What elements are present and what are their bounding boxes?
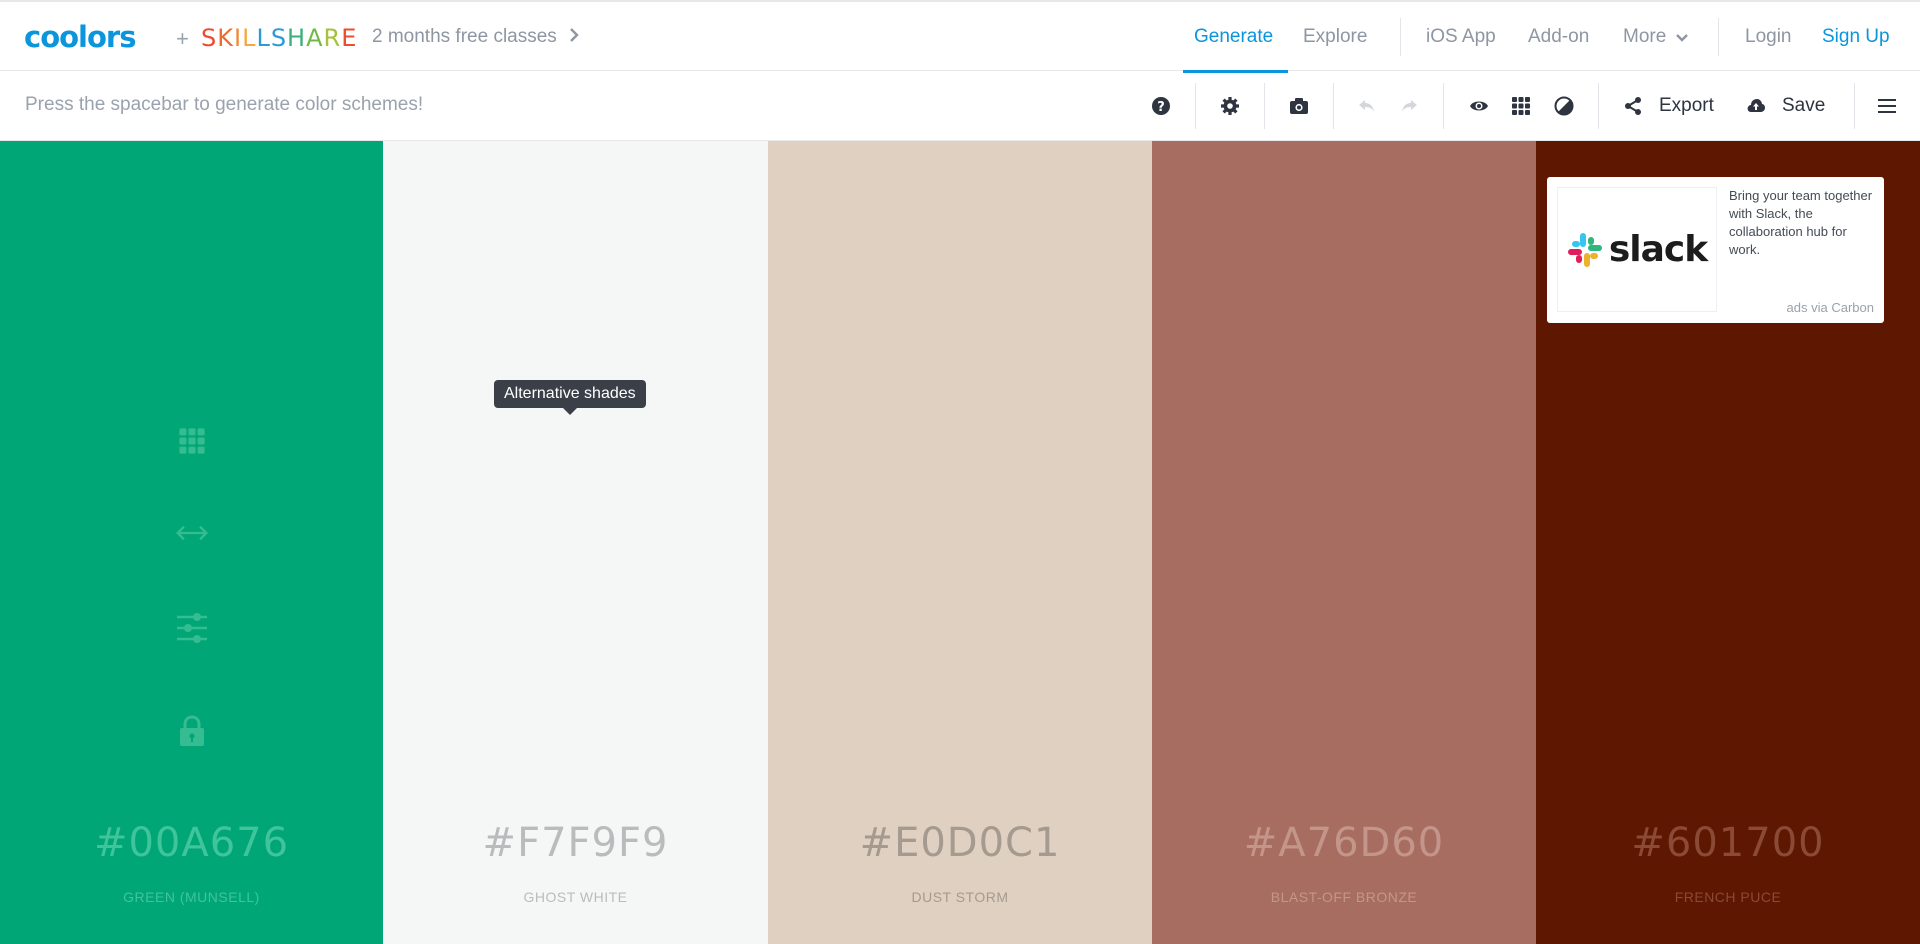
ad-text[interactable]: Bring your team together with Slack, the… bbox=[1729, 187, 1877, 259]
login-link[interactable]: Login bbox=[1745, 26, 1792, 48]
skillshare-letter: I bbox=[233, 24, 243, 52]
nav-more-label: More bbox=[1623, 26, 1667, 47]
help-icon[interactable]: ? bbox=[1150, 95, 1172, 117]
nav-add-on[interactable]: Add-on bbox=[1528, 26, 1589, 48]
divider bbox=[1598, 83, 1599, 129]
hex-code[interactable]: #E0D0C1 bbox=[768, 820, 1152, 866]
color-column[interactable]: #E0D0C1 DUST STORM bbox=[768, 141, 1152, 944]
slack-wordmark: slack bbox=[1608, 229, 1708, 270]
spacebar-hint: Press the spacebar to generate color sch… bbox=[25, 94, 424, 115]
hex-code[interactable]: #F7F9F9 bbox=[383, 820, 768, 866]
divider bbox=[1443, 83, 1444, 129]
color-name: BLAST-OFF BRONZE bbox=[1270, 889, 1418, 905]
export-button[interactable]: Export bbox=[1659, 95, 1714, 117]
adjust-sliders-icon[interactable] bbox=[175, 611, 209, 645]
color-column[interactable]: #00A676 GREEN (MUNSELL) bbox=[0, 141, 383, 944]
slack-logo-icon bbox=[1567, 232, 1602, 267]
hamburger-menu-icon[interactable] bbox=[1876, 95, 1898, 117]
drag-arrows-icon[interactable] bbox=[175, 516, 209, 550]
skillshare-letter: S bbox=[270, 24, 288, 52]
divider bbox=[1195, 83, 1196, 129]
skillshare-letter: R bbox=[323, 24, 342, 52]
lock-icon[interactable] bbox=[175, 714, 209, 748]
ad-attribution[interactable]: ads via Carbon bbox=[1787, 300, 1874, 315]
hex-code[interactable]: #601700 bbox=[1536, 820, 1920, 866]
skillshare-letter: E bbox=[341, 24, 358, 52]
top-navbar: coolors + SKILLSHARE 2 months free class… bbox=[0, 0, 1920, 73]
eye-icon[interactable] bbox=[1468, 95, 1490, 117]
save-button[interactable]: Save bbox=[1782, 95, 1825, 117]
ad-image[interactable]: slack bbox=[1557, 187, 1717, 312]
undo-icon[interactable] bbox=[1356, 95, 1378, 117]
chevron-right-icon bbox=[569, 26, 579, 48]
divider bbox=[1854, 83, 1855, 129]
settings-gear-icon[interactable] bbox=[1219, 95, 1241, 117]
toolbar: Press the spacebar to generate color sch… bbox=[0, 71, 1920, 141]
skillshare-logo[interactable]: SKILLSHARE bbox=[201, 24, 357, 52]
signup-link[interactable]: Sign Up bbox=[1822, 26, 1890, 48]
divider bbox=[1718, 18, 1719, 56]
chevron-down-icon bbox=[1676, 26, 1689, 48]
nav-explore[interactable]: Explore bbox=[1303, 26, 1367, 48]
color-column[interactable]: #F7F9F9 GHOST WHITE bbox=[383, 141, 768, 944]
divider bbox=[1400, 18, 1401, 56]
share-icon[interactable] bbox=[1622, 95, 1644, 117]
color-name: GREEN (MUNSELL) bbox=[123, 889, 260, 905]
skillshare-letter: S bbox=[201, 24, 218, 52]
carbon-ad[interactable]: slack Bring your team together with Slac… bbox=[1547, 177, 1884, 323]
promo-link[interactable]: 2 months free classes bbox=[372, 26, 579, 48]
skillshare-letter: A bbox=[306, 24, 324, 52]
plus-sign: + bbox=[176, 26, 189, 51]
skillshare-letter: L bbox=[256, 24, 271, 52]
skillshare-letter: H bbox=[287, 24, 307, 52]
tooltip: Alternative shades bbox=[494, 380, 646, 415]
color-name: FRENCH PUCE bbox=[1674, 889, 1782, 905]
svg-text:?: ? bbox=[1157, 100, 1165, 115]
grid-view-icon[interactable] bbox=[1510, 95, 1532, 117]
promo-text: 2 months free classes bbox=[372, 26, 557, 47]
skillshare-letter: K bbox=[217, 24, 234, 52]
coolors-logo[interactable]: coolors bbox=[24, 20, 136, 54]
hex-code[interactable]: #00A676 bbox=[0, 820, 383, 866]
contrast-icon[interactable] bbox=[1553, 95, 1575, 117]
redo-icon[interactable] bbox=[1398, 95, 1420, 117]
camera-icon[interactable] bbox=[1288, 95, 1310, 117]
nav-ios-app[interactable]: iOS App bbox=[1426, 26, 1496, 48]
color-name: GHOST WHITE bbox=[523, 889, 628, 905]
nav-more[interactable]: More bbox=[1623, 26, 1689, 48]
color-column[interactable]: #A76D60 BLAST-OFF BRONZE bbox=[1152, 141, 1536, 944]
nav-generate[interactable]: Generate bbox=[1194, 26, 1273, 48]
divider bbox=[1333, 83, 1334, 129]
cloud-upload-icon[interactable] bbox=[1745, 95, 1767, 117]
color-name: DUST STORM bbox=[911, 889, 1009, 905]
divider bbox=[1264, 83, 1265, 129]
skillshare-letter: L bbox=[242, 24, 257, 52]
shades-grid-icon[interactable] bbox=[175, 424, 209, 458]
hex-code[interactable]: #A76D60 bbox=[1152, 820, 1536, 866]
